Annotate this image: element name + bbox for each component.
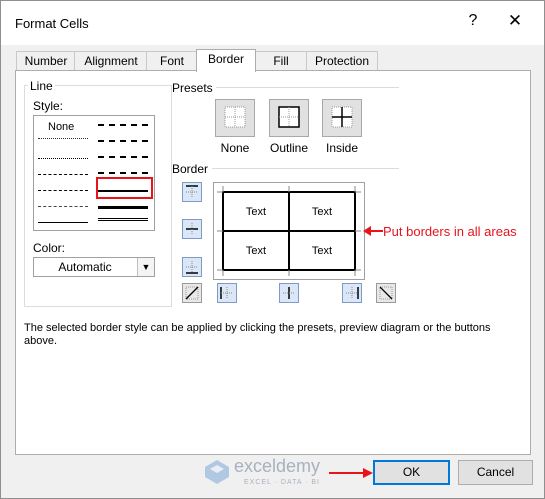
preview-cell-text: Text: [311, 245, 333, 257]
description-text: The selected border style can be applied…: [24, 322, 491, 347]
preset-outline-button[interactable]: [269, 99, 309, 137]
preset-inside-label: Inside: [325, 141, 359, 155]
line-style-slant-dash-dot[interactable]: [98, 140, 148, 142]
border-top-icon: [186, 185, 198, 198]
border-bottom-icon: [186, 261, 198, 274]
annotation-arrow-icon: [363, 226, 383, 236]
line-style-hair[interactable]: [38, 138, 88, 139]
line-style-dotted[interactable]: [38, 158, 88, 159]
border-inside-horizontal-button[interactable]: [182, 219, 202, 239]
title-bar: Format Cells ? ✕: [1, 1, 544, 45]
border-inside-horizontal-icon: [186, 223, 198, 235]
tab-alignment[interactable]: Alignment: [74, 51, 148, 70]
exceldemy-logo-icon: [205, 460, 229, 484]
cancel-button[interactable]: Cancel: [458, 460, 533, 485]
diagonal-down-icon: [379, 286, 393, 300]
preset-outline-icon: [278, 106, 300, 128]
line-style-medium-dashed[interactable]: [98, 172, 148, 174]
tab-font[interactable]: Font: [146, 51, 198, 70]
tab-number[interactable]: Number: [16, 51, 76, 70]
color-label: Color:: [33, 241, 66, 255]
preset-outline-label: Outline: [269, 141, 309, 155]
color-dropdown[interactable]: Automatic ▼: [33, 257, 155, 277]
watermark-tagline: EXCEL · DATA · BI: [244, 479, 320, 486]
diagonal-up-icon: [185, 286, 199, 300]
chevron-down-icon[interactable]: ▼: [137, 258, 154, 276]
line-style-dashed[interactable]: [38, 206, 88, 207]
preview-cell-text: Text: [245, 245, 267, 257]
ok-button[interactable]: OK: [373, 460, 450, 485]
border-diagonal-up-button[interactable]: [182, 283, 202, 303]
preset-inside-button[interactable]: [322, 99, 362, 137]
color-value: Automatic: [58, 260, 112, 274]
line-style-none[interactable]: None: [48, 121, 74, 133]
presets-divider: [216, 87, 399, 88]
border-inside-vertical-button[interactable]: [279, 283, 299, 303]
border-bottom-button[interactable]: [182, 257, 202, 277]
border-left-icon: [220, 287, 233, 299]
ok-pointer-arrow-icon: [329, 468, 373, 478]
style-label: Style:: [33, 99, 64, 113]
format-cells-dialog: Format Cells ? ✕ Number Alignment Font B…: [0, 0, 545, 499]
tab-fill[interactable]: Fill: [254, 51, 308, 70]
line-style-medium-dash-dot[interactable]: [98, 156, 148, 158]
preview-cell-text: Text: [311, 206, 333, 218]
preview-cell-text: Text: [245, 206, 267, 218]
line-style-dash-dot[interactable]: [38, 190, 88, 191]
preset-none-label: None: [220, 141, 250, 155]
annotation-text: Put borders in all areas: [383, 224, 517, 239]
line-style-medium-dash-dot-dot[interactable]: [98, 124, 148, 126]
preset-none-button[interactable]: [215, 99, 255, 137]
line-group-label: Line: [28, 79, 55, 93]
tab-border[interactable]: Border: [196, 49, 256, 72]
line-style-list[interactable]: None: [33, 115, 155, 231]
line-style-dash-dot-dot[interactable]: [38, 174, 88, 175]
line-style-double[interactable]: [98, 218, 148, 221]
border-preview[interactable]: Text Text Text Text: [213, 182, 365, 280]
border-right-icon: [346, 287, 359, 299]
border-label: Border: [172, 162, 209, 176]
border-right-button[interactable]: [342, 283, 362, 303]
border-top-button[interactable]: [182, 182, 202, 202]
dialog-title: Format Cells: [15, 16, 89, 31]
watermark-name: exceldemy: [234, 456, 321, 476]
border-diagonal-down-button[interactable]: [376, 283, 396, 303]
line-style-thick[interactable]: [98, 206, 148, 209]
help-icon[interactable]: ?: [463, 12, 483, 30]
border-divider: [212, 168, 399, 169]
tab-protection[interactable]: Protection: [306, 51, 378, 70]
preset-none-icon: [224, 106, 246, 128]
border-inside-vertical-icon: [283, 287, 295, 299]
line-style-thin[interactable]: [38, 222, 88, 223]
close-icon[interactable]: ✕: [503, 11, 527, 31]
border-left-button[interactable]: [217, 283, 237, 303]
selected-style-highlight: [96, 177, 153, 199]
border-tab-panel: Line Style: None Color: Automatic ▼ Pres…: [15, 70, 531, 455]
preset-inside-icon: [331, 106, 353, 128]
presets-label: Presets: [172, 81, 213, 95]
